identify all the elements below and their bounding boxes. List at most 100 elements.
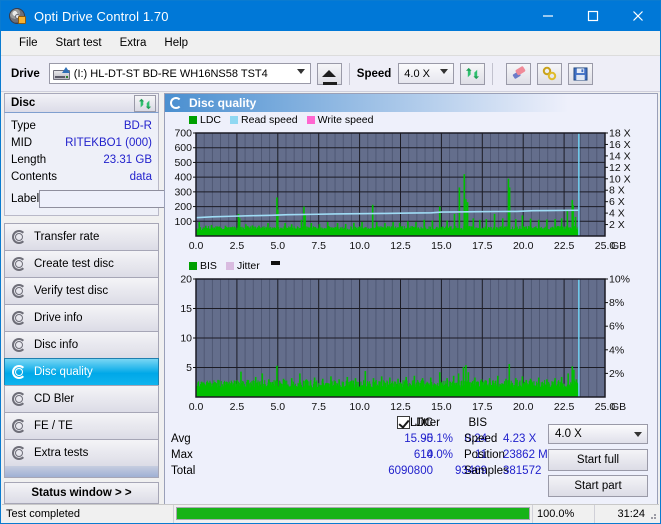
svg-text:8 X: 8 X <box>609 185 625 197</box>
optical-disc-icon <box>9 7 27 25</box>
jitter-checkbox[interactable] <box>397 416 410 429</box>
start-full-button[interactable]: Start full <box>548 449 648 471</box>
svg-text:300: 300 <box>174 186 192 198</box>
disc-quality-icon <box>170 96 183 110</box>
refresh-button[interactable] <box>460 62 486 85</box>
stats-header-bis: BIS <box>468 417 487 429</box>
menu-extra[interactable]: Extra <box>111 34 156 52</box>
minimize-button[interactable] <box>525 1 570 31</box>
svg-text:2 X: 2 X <box>609 219 625 231</box>
svg-text:GB: GB <box>611 401 626 413</box>
app-window: Opti Drive Control 1.70 File Start test … <box>0 0 661 524</box>
jitter-value-1: -0.1% <box>422 433 453 445</box>
disc-row-key: MID <box>11 136 33 149</box>
sidebar-item-cd-bler[interactable]: CD Bler <box>4 385 159 412</box>
toolbar-separator-2 <box>492 62 494 85</box>
svg-text:5: 5 <box>186 362 192 374</box>
tools-icon <box>542 66 556 81</box>
refresh-icon <box>138 98 152 109</box>
sidebar-item-disc-quality[interactable]: Disc quality <box>4 358 159 385</box>
ldc-chart: 100 200 300 400 500 600 700 2 X4 X6 X8 X 10 X 12 … <box>165 127 657 255</box>
svg-text:200: 200 <box>174 201 192 213</box>
svg-text:16 X: 16 X <box>609 139 631 151</box>
chevron-down-icon <box>440 69 449 74</box>
drive-icon <box>52 66 70 81</box>
legend-label-write-speed: Write speed <box>317 114 374 126</box>
refresh-icon <box>466 67 480 80</box>
svg-text:12.5: 12.5 <box>390 240 411 252</box>
legend-label-read-speed: Read speed <box>241 114 298 126</box>
panel-header: Disc quality <box>165 94 657 112</box>
sidebar-item-transfer-rate[interactable]: Transfer rate <box>4 223 159 250</box>
close-button[interactable] <box>615 1 660 31</box>
disc-refresh-button[interactable] <box>134 95 156 112</box>
erase-button[interactable] <box>506 62 532 85</box>
menu-start-test[interactable]: Start test <box>47 34 111 52</box>
svg-text:17.5: 17.5 <box>472 240 493 252</box>
legend-swatch-ldc <box>189 116 197 124</box>
window-title: Opti Drive Control 1.70 <box>34 8 169 24</box>
sidebar-item-create-test-disc[interactable]: Create test disc <box>4 250 159 277</box>
svg-text:6 X: 6 X <box>609 196 625 208</box>
info-label-speed: Speed <box>464 433 498 445</box>
tools-button[interactable] <box>537 62 563 85</box>
svg-text:7.5: 7.5 <box>311 401 326 413</box>
sidebar-item-drive-info[interactable]: Drive info <box>4 304 159 331</box>
stats-row-label-avg: Avg <box>171 433 191 445</box>
svg-text:17.5: 17.5 <box>472 401 493 413</box>
sidebar-item-disc-info[interactable]: Disc info <box>4 331 159 358</box>
jitter-value-2: 0.0% <box>426 449 453 461</box>
nav-list: Transfer rate Create test disc Verify te… <box>4 223 159 478</box>
menu-help[interactable]: Help <box>155 34 197 52</box>
drive-select[interactable]: (I:) HL-DT-ST BD-RE WH16NS58 TST4 <box>48 63 311 84</box>
nav-spacer <box>4 466 159 478</box>
speed-select-value: 4.0 X <box>404 67 430 80</box>
eraser-icon <box>512 66 526 79</box>
drive-toolbar: Drive (I:) HL-DT-ST BD-RE WH16NS58 TST4 … <box>1 56 660 92</box>
start-part-button[interactable]: Start part <box>548 475 648 497</box>
stats-area: LDC BIS Avg 15.95 0.24 Max 614 11 Total … <box>165 416 657 506</box>
drive-select-value: (I:) HL-DT-ST BD-RE WH16NS58 TST4 <box>73 67 268 80</box>
sidebar-item-label: CD Bler <box>34 393 75 405</box>
stats-row-label-total: Total <box>171 465 196 477</box>
svg-text:600: 600 <box>174 142 192 154</box>
disc-row-value: RITEKBO1 (000) <box>65 136 152 149</box>
svg-text:2%: 2% <box>609 368 624 380</box>
svg-text:4 X: 4 X <box>609 208 625 220</box>
status-window-button[interactable]: Status window > > <box>4 482 159 504</box>
menu-bar: File Start test Extra Help <box>1 31 660 56</box>
disc-test-icon <box>12 445 27 461</box>
eject-button[interactable] <box>316 62 342 85</box>
toolbar-separator-1 <box>348 62 350 85</box>
disc-row-key: Length <box>11 153 47 166</box>
sidebar-item-extra-tests[interactable]: Extra tests <box>4 439 159 466</box>
save-button[interactable] <box>568 62 594 85</box>
svg-text:500: 500 <box>174 157 192 169</box>
disc-row-length: Length 23.31 GB <box>11 151 152 168</box>
svg-text:18 X: 18 X <box>609 128 631 140</box>
svg-text:10 X: 10 X <box>609 173 631 185</box>
window-controls <box>525 1 660 31</box>
sidebar-item-label: FE / TE <box>34 420 73 432</box>
sidebar-item-label: Transfer rate <box>34 231 100 243</box>
disc-label-key: Label <box>11 192 40 205</box>
svg-text:100: 100 <box>174 216 192 228</box>
svg-text:2.5: 2.5 <box>230 240 245 252</box>
disc-test-icon <box>12 256 27 272</box>
menu-file[interactable]: File <box>10 34 47 52</box>
sidebar-item-fe-te[interactable]: FE / TE <box>4 412 159 439</box>
resize-grip[interactable] <box>647 510 657 520</box>
svg-text:400: 400 <box>174 172 192 184</box>
maximize-button[interactable] <box>570 1 615 31</box>
disc-test-icon <box>12 418 27 434</box>
progress-cell <box>174 505 532 523</box>
legend-swatch-write-speed <box>306 116 315 124</box>
speed-select[interactable]: 4.0 X <box>398 63 455 84</box>
sidebar-item-verify-test-disc[interactable]: Verify test disc <box>4 277 159 304</box>
disc-panel-title: Disc <box>11 97 36 109</box>
test-speed-value: 4.0 X <box>555 428 582 440</box>
left-column: Disc Type BD-R MID RITEKBO1 (000) Length… <box>4 93 243 504</box>
svg-text:22.5: 22.5 <box>554 240 575 252</box>
svg-text:20.0: 20.0 <box>513 401 534 413</box>
test-speed-select[interactable]: 4.0 X <box>548 424 648 444</box>
